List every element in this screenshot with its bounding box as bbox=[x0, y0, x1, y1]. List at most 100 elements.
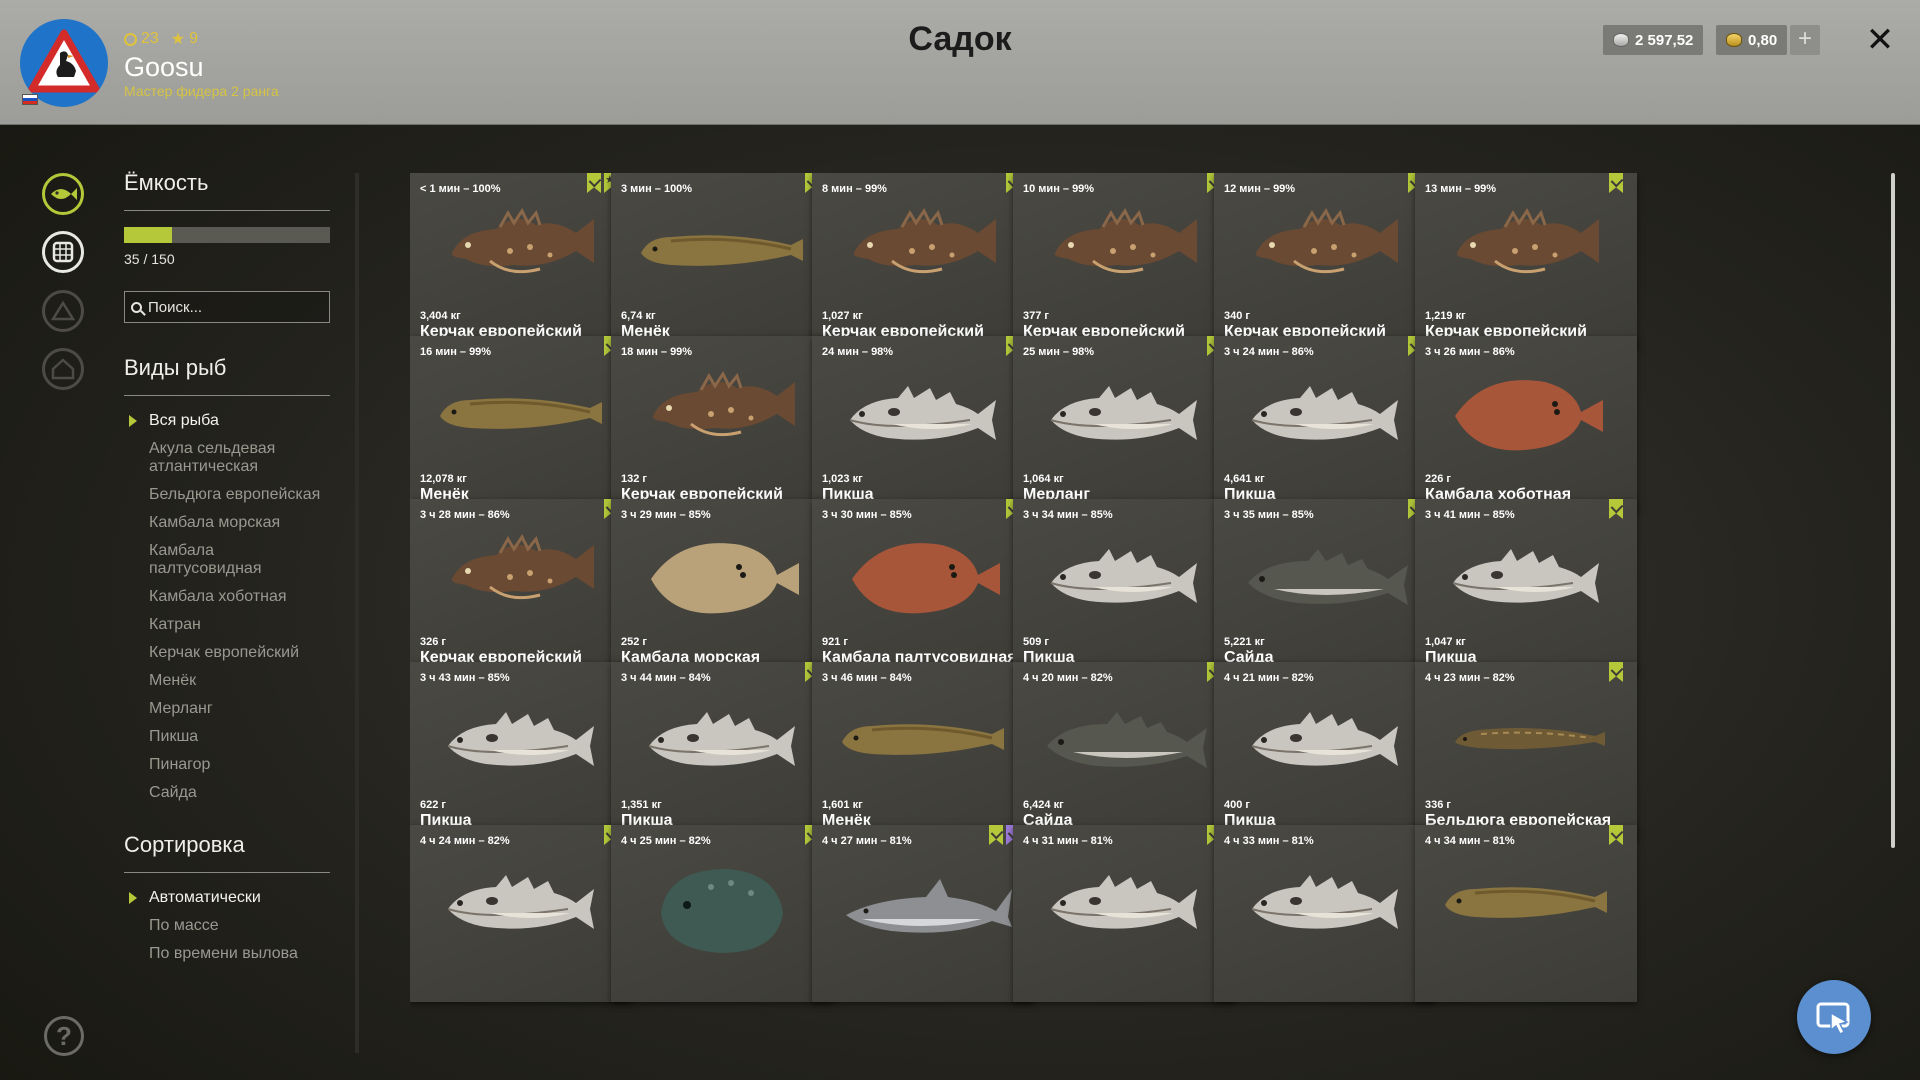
capacity-bar bbox=[124, 227, 330, 243]
keepnet-tab-icon[interactable] bbox=[42, 231, 84, 273]
fish-card[interactable]: 4 ч 27 мин – 81% bbox=[812, 825, 1034, 1002]
fish-weight: 340 г bbox=[1224, 310, 1250, 322]
catch-time: 4 ч 21 мин – 82% bbox=[1224, 672, 1314, 684]
close-button[interactable]: ✕ bbox=[1862, 22, 1898, 58]
catch-time: 18 мин – 99% bbox=[621, 346, 693, 358]
fish-card[interactable]: 24 мин – 98% 1,023 кг Пикша bbox=[812, 336, 1034, 513]
fish-card[interactable]: 4 ч 24 мин – 82% bbox=[410, 825, 632, 1002]
help-button[interactable]: ? bbox=[44, 1016, 84, 1056]
fish-card[interactable]: 12 мин – 99% 340 г Керчак европейский bbox=[1214, 173, 1436, 350]
catch-time: 4 ч 27 мин – 81% bbox=[822, 835, 912, 847]
fish-card[interactable]: 3 ч 24 мин – 86% 4,641 кг Пикша bbox=[1214, 336, 1436, 513]
filter-panel: Ёмкость 35 / 150 Виды рыб Вся рыба Акула … bbox=[124, 170, 330, 973]
fish-card[interactable]: 3 ч 34 мин – 85% 509 г Пикша bbox=[1013, 499, 1235, 676]
species-item[interactable]: Пикша bbox=[124, 728, 330, 746]
username: Goosu bbox=[124, 52, 204, 82]
species-item[interactable]: Вся рыба bbox=[124, 412, 330, 430]
equipment-tab-icon[interactable] bbox=[42, 290, 84, 332]
fish-card[interactable]: 3 ч 35 мин – 85% 5,221 кг Сайда bbox=[1214, 499, 1436, 676]
gold-value: 0,80 bbox=[1748, 31, 1778, 49]
select-mode-button[interactable] bbox=[1797, 980, 1871, 1054]
fish-image bbox=[631, 364, 813, 464]
fish-image bbox=[631, 690, 813, 790]
catch-time: 16 мин – 99% bbox=[420, 346, 492, 358]
fish-card[interactable]: < 1 мин – 100% 3,404 кгКерчак европейски… bbox=[410, 173, 632, 350]
fish-card[interactable]: 3 ч 44 мин – 84% 1,351 кг Пикша bbox=[611, 662, 833, 839]
fish-image bbox=[1435, 527, 1617, 627]
fish-weight: 6,424 кг bbox=[1023, 799, 1064, 811]
fish-card[interactable]: 3 ч 41 мин – 85% 1,047 кг Пикша bbox=[1415, 499, 1637, 676]
panel-divider bbox=[355, 173, 359, 1053]
catch-time: 12 мин – 99% bbox=[1224, 183, 1296, 195]
fish-card[interactable]: 4 ч 31 мин – 81% bbox=[1013, 825, 1235, 1002]
fish-card[interactable]: 4 ч 21 мин – 82% 400 г Пикша bbox=[1214, 662, 1436, 839]
player-stats: 23 ★ 9 bbox=[124, 29, 198, 49]
bookmark-icon[interactable] bbox=[587, 173, 601, 193]
catch-time: 3 ч 43 мин – 85% bbox=[420, 672, 510, 684]
fish-card[interactable]: 10 мин – 99% 377 г Керчак европейский bbox=[1013, 173, 1235, 350]
species-item[interactable]: Катран bbox=[124, 616, 330, 634]
search-icon bbox=[131, 301, 142, 313]
fish-weight: 377 г bbox=[1023, 310, 1049, 322]
fish-weight: 921 г bbox=[822, 636, 848, 648]
species-item[interactable]: Пинагор bbox=[124, 756, 330, 774]
level-value: 23 bbox=[141, 30, 159, 47]
fish-card[interactable]: 8 мин – 99% 1,027 кг Керчак европейский bbox=[812, 173, 1034, 350]
species-item[interactable]: Мерланг bbox=[124, 700, 330, 718]
fish-image bbox=[1234, 853, 1416, 953]
catch-time: 4 ч 23 мин – 82% bbox=[1425, 672, 1515, 684]
grid-scrollbar[interactable] bbox=[1891, 173, 1895, 848]
fish-card[interactable]: 3 ч 30 мин – 85% 921 г Камбала палтусовид… bbox=[812, 499, 1034, 676]
fish-card[interactable]: 3 ч 43 мин – 85% 622 г Пикша bbox=[410, 662, 632, 839]
fish-card[interactable]: 4 ч 25 мин – 82% bbox=[611, 825, 833, 1002]
fish-card[interactable]: 16 мин – 99% 12,078 кг Менёк bbox=[410, 336, 632, 513]
species-item[interactable]: Камбала морская bbox=[124, 514, 330, 532]
sort-list: Автоматически По массе По времени вылова bbox=[124, 889, 330, 963]
home-tab-icon[interactable] bbox=[42, 348, 84, 390]
fish-card[interactable]: 4 ч 20 мин – 82% 6,424 кг Сайда bbox=[1013, 662, 1235, 839]
fish-card[interactable]: 4 ч 23 мин – 82% 336 г Бельдюга европейск… bbox=[1415, 662, 1637, 839]
species-heading: Виды рыб bbox=[124, 355, 330, 396]
fish-card[interactable]: 3 ч 26 мин – 86% 226 г Камбала хоботная bbox=[1415, 336, 1637, 513]
species-item[interactable]: Менёк bbox=[124, 672, 330, 690]
sort-item[interactable]: По времени вылова bbox=[124, 945, 330, 963]
fish-card[interactable]: 13 мин – 99% 1,219 кг Керчак европейский bbox=[1415, 173, 1637, 350]
species-item[interactable]: Бельдюга европейская bbox=[124, 486, 330, 504]
species-item[interactable]: Акула сельдевая атлантическая bbox=[124, 440, 330, 476]
capacity-fill bbox=[124, 227, 173, 243]
fish-card[interactable]: 4 ч 33 мин – 81% bbox=[1214, 825, 1436, 1002]
fish-weight: 622 г bbox=[420, 799, 446, 811]
search-input[interactable] bbox=[148, 298, 308, 316]
fish-card[interactable]: 3 ч 46 мин – 84% 1,601 кг Менёк bbox=[812, 662, 1034, 839]
bookmark-icon[interactable] bbox=[1609, 662, 1623, 682]
fish-tab-icon[interactable] bbox=[42, 173, 84, 215]
silver-balance: 2 597,52 bbox=[1603, 25, 1704, 55]
catch-time: 3 ч 46 мин – 84% bbox=[822, 672, 912, 684]
fish-card[interactable]: 3 ч 29 мин – 85% 252 г Камбала морская bbox=[611, 499, 833, 676]
species-item[interactable]: Сайда bbox=[124, 784, 330, 802]
fish-card[interactable]: 18 мин – 99% 132 г Керчак европейский bbox=[611, 336, 833, 513]
species-item[interactable]: Камбала хоботная bbox=[124, 588, 330, 606]
species-item[interactable]: Камбала палтусовидная bbox=[124, 542, 330, 578]
species-item[interactable]: Керчак европейский bbox=[124, 644, 330, 662]
fish-card[interactable]: 25 мин – 98% 1,064 кг Мерланг bbox=[1013, 336, 1235, 513]
search-box[interactable] bbox=[124, 291, 330, 323]
sort-item[interactable]: По массе bbox=[124, 917, 330, 935]
catch-time: 3 ч 41 мин – 85% bbox=[1425, 509, 1515, 521]
bookmark-icon[interactable] bbox=[1609, 173, 1623, 193]
sort-item[interactable]: Автоматически bbox=[124, 889, 330, 907]
russia-flag-icon bbox=[22, 94, 38, 105]
fish-image bbox=[631, 853, 813, 953]
fish-card[interactable]: 3 ч 28 мин – 86% 326 г Керчак европейский bbox=[410, 499, 632, 676]
star-icon: ★ bbox=[170, 31, 186, 48]
add-currency-button[interactable]: + bbox=[1790, 25, 1820, 55]
fish-weight: 1,219 кг bbox=[1425, 310, 1466, 322]
fish-image bbox=[1234, 527, 1416, 627]
bookmark-icon[interactable] bbox=[989, 825, 1003, 845]
fish-card[interactable]: 3 мин – 100% 6,74 кг Менёк bbox=[611, 173, 833, 350]
bookmark-icon[interactable] bbox=[1609, 825, 1623, 845]
fish-card[interactable]: 4 ч 34 мин – 81% bbox=[1415, 825, 1637, 1002]
fish-image bbox=[1033, 527, 1215, 627]
bookmark-icon[interactable] bbox=[1609, 499, 1623, 519]
catch-time: 3 мин – 100% bbox=[621, 183, 693, 195]
